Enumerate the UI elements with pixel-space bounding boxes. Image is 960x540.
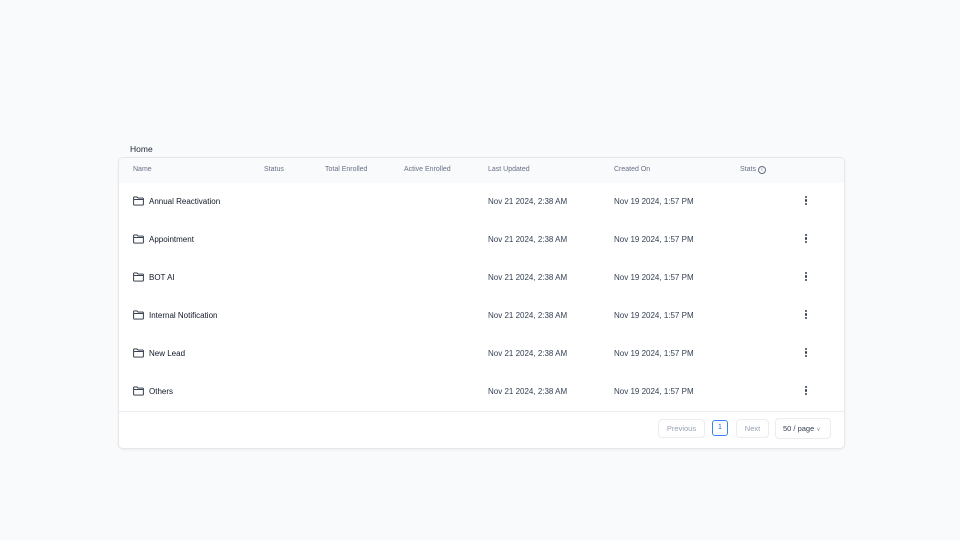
column-header-last-updated[interactable]: Last Updated bbox=[488, 166, 530, 173]
more-vertical-icon[interactable] bbox=[803, 347, 809, 361]
column-header-active-enrolled[interactable]: Active Enrolled bbox=[404, 166, 451, 173]
row-last-updated: Nov 21 2024, 2:38 AM bbox=[488, 235, 568, 244]
column-header-stats[interactable]: Stats i bbox=[740, 166, 766, 174]
column-header-status[interactable]: Status bbox=[264, 166, 284, 173]
page-size-value: 50 / page bbox=[783, 424, 815, 433]
row-last-updated: Nov 21 2024, 2:38 AM bbox=[488, 197, 568, 206]
row-name[interactable]: BOT AI bbox=[149, 273, 175, 282]
row-last-updated: Nov 21 2024, 2:38 AM bbox=[488, 387, 568, 396]
folder-icon bbox=[133, 272, 144, 282]
row-created-on: Nov 19 2024, 1:57 PM bbox=[614, 273, 694, 282]
row-name[interactable]: Others bbox=[149, 387, 173, 396]
more-vertical-icon[interactable] bbox=[803, 195, 809, 209]
info-icon[interactable]: i bbox=[757, 166, 766, 174]
more-vertical-icon[interactable] bbox=[803, 271, 809, 285]
column-header-created-on[interactable]: Created On bbox=[614, 166, 650, 173]
pagination: Previous 1 Next 50 / page ∨ bbox=[119, 410, 844, 448]
row-name[interactable]: Annual Reactivation bbox=[149, 197, 220, 206]
row-name[interactable]: Appointment bbox=[149, 235, 194, 244]
row-created-on: Nov 19 2024, 1:57 PM bbox=[614, 387, 694, 396]
row-created-on: Nov 19 2024, 1:57 PM bbox=[614, 235, 694, 244]
table-header: Name Status Total Enrolled Active Enroll… bbox=[119, 158, 844, 184]
chevron-down-icon: ∨ bbox=[816, 427, 821, 433]
column-header-total-enrolled[interactable]: Total Enrolled bbox=[325, 166, 367, 173]
row-created-on: Nov 19 2024, 1:57 PM bbox=[614, 197, 694, 206]
row-last-updated: Nov 21 2024, 2:38 AM bbox=[488, 311, 568, 320]
row-created-on: Nov 19 2024, 1:57 PM bbox=[614, 349, 694, 358]
table-row-1[interactable]: Annual Reactivation Nov 21 2024, 2:38 AM… bbox=[119, 183, 844, 222]
more-vertical-icon[interactable] bbox=[803, 385, 809, 399]
row-name[interactable]: Internal Notification bbox=[149, 311, 217, 320]
previous-page-button[interactable]: Previous bbox=[658, 419, 705, 438]
folder-icon bbox=[133, 196, 144, 206]
more-vertical-icon[interactable] bbox=[803, 233, 809, 247]
folder-icon bbox=[133, 348, 144, 358]
column-header-name[interactable]: Name bbox=[133, 166, 152, 173]
row-created-on: Nov 19 2024, 1:57 PM bbox=[614, 311, 694, 320]
stats-label: Stats bbox=[740, 166, 756, 173]
page-size-select[interactable]: 50 / page ∨ bbox=[775, 418, 831, 439]
breadcrumb[interactable]: Home bbox=[130, 144, 153, 154]
folder-icon bbox=[133, 310, 144, 320]
page-1-button[interactable]: 1 bbox=[712, 420, 728, 436]
folder-icon bbox=[133, 234, 144, 244]
table-row-5[interactable]: New Lead Nov 21 2024, 2:38 AM Nov 19 202… bbox=[119, 335, 844, 374]
next-page-button[interactable]: Next bbox=[736, 419, 769, 438]
row-name[interactable]: New Lead bbox=[149, 349, 185, 358]
more-vertical-icon[interactable] bbox=[803, 309, 809, 323]
folder-icon bbox=[133, 386, 144, 396]
table-row-2[interactable]: Appointment Nov 21 2024, 2:38 AM Nov 19 … bbox=[119, 221, 844, 260]
table-row-4[interactable]: Internal Notification Nov 21 2024, 2:38 … bbox=[119, 297, 844, 336]
table-row-6[interactable]: Others Nov 21 2024, 2:38 AM Nov 19 2024,… bbox=[119, 373, 844, 412]
folders-table: Name Status Total Enrolled Active Enroll… bbox=[118, 157, 845, 449]
row-last-updated: Nov 21 2024, 2:38 AM bbox=[488, 273, 568, 282]
row-last-updated: Nov 21 2024, 2:38 AM bbox=[488, 349, 568, 358]
table-row-3[interactable]: BOT AI Nov 21 2024, 2:38 AM Nov 19 2024,… bbox=[119, 259, 844, 298]
